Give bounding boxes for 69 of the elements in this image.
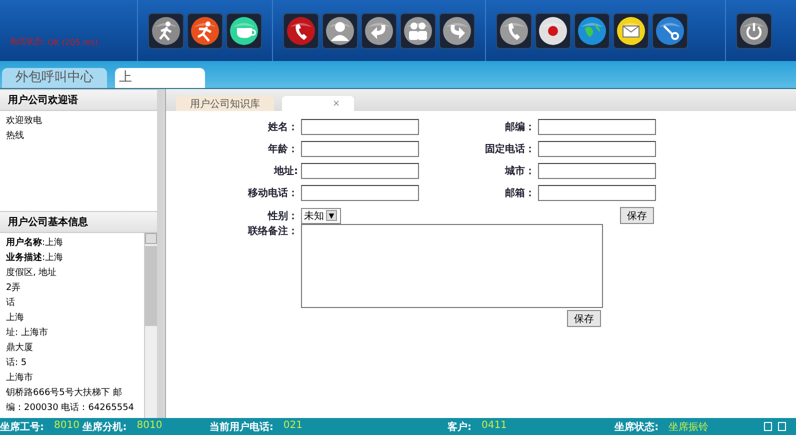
record-icon-button[interactable] bbox=[535, 12, 571, 48]
running-person-icon-button[interactable] bbox=[187, 12, 223, 48]
notes-field[interactable] bbox=[301, 224, 603, 308]
info-text: 2弄 bbox=[6, 282, 22, 295]
info-text: 鼎大厦 bbox=[6, 342, 34, 355]
input-field[interactable] bbox=[301, 163, 419, 179]
input-field[interactable] bbox=[538, 185, 656, 201]
tab[interactable]: 上 bbox=[115, 68, 205, 88]
status-label: 坐席工号: bbox=[0, 420, 44, 434]
field-label: 城市： bbox=[504, 164, 535, 178]
tab[interactable]: × bbox=[282, 96, 354, 111]
info-text: 热线 bbox=[6, 130, 25, 143]
close-icon[interactable]: × bbox=[332, 98, 340, 108]
walking-person-icon-button[interactable] bbox=[148, 12, 184, 48]
info-text: 用户名称:上海 bbox=[6, 236, 64, 250]
phone-icon-button[interactable] bbox=[283, 12, 319, 48]
tools-icon-button[interactable] bbox=[652, 12, 688, 48]
arrow-icon-button[interactable] bbox=[361, 12, 397, 48]
panel-title: 用户公司基本信息 bbox=[0, 211, 157, 233]
people-icon-button[interactable] bbox=[400, 12, 436, 48]
status-label: 坐席分机: bbox=[82, 420, 127, 434]
globe-icon-button[interactable] bbox=[574, 12, 610, 48]
info-text: 上海市 bbox=[6, 372, 34, 385]
field-label: 姓名： bbox=[266, 120, 298, 134]
save-button[interactable]: 保存 bbox=[567, 310, 601, 327]
info-text: 编：200030 电话：64265554 bbox=[6, 402, 136, 415]
input-field[interactable] bbox=[538, 163, 656, 179]
status-value: 8010 bbox=[54, 420, 80, 432]
input-field[interactable] bbox=[538, 141, 656, 157]
status-value: 021 bbox=[283, 420, 302, 432]
info-text: 址: 上海市 bbox=[6, 326, 49, 340]
power-icon-button[interactable] bbox=[736, 12, 772, 48]
save-button[interactable]: 保存 bbox=[620, 207, 654, 224]
field-label: 移动电话： bbox=[246, 186, 298, 200]
input-field[interactable] bbox=[301, 119, 419, 135]
scrollbar[interactable] bbox=[144, 233, 157, 418]
status-label: 坐席状态: bbox=[614, 420, 659, 434]
mail-icon-button[interactable] bbox=[613, 12, 649, 48]
info-text: 话 bbox=[6, 296, 16, 310]
field-label: 地址: bbox=[272, 164, 298, 178]
tab[interactable]: 外包呼叫中心 bbox=[2, 68, 107, 88]
field-label: 年龄： bbox=[266, 142, 298, 156]
phone-status-value: OK (205 ms) bbox=[48, 38, 98, 47]
phone-status-label: 电话状态: bbox=[10, 36, 45, 47]
info-text: 度假区, 地址 bbox=[6, 266, 58, 280]
input-field[interactable] bbox=[538, 119, 656, 135]
panel-title: 用户公司欢迎语 bbox=[0, 89, 157, 111]
tab[interactable]: 用户公司知识库 bbox=[176, 96, 274, 111]
field-label: 联络备注： bbox=[246, 224, 298, 238]
status-label: 当前用户电话: bbox=[209, 420, 274, 434]
info-text: 话: 5 bbox=[6, 356, 28, 370]
field-label: 邮箱： bbox=[504, 186, 535, 200]
input-field[interactable] bbox=[301, 141, 419, 157]
person-icon-button[interactable] bbox=[322, 12, 358, 48]
field-label: 性别： bbox=[266, 210, 298, 222]
arrow-icon-button[interactable] bbox=[439, 12, 475, 48]
info-text: 钥桥路666号5号大扶梯下 邮 bbox=[6, 386, 123, 400]
status-value: 坐席振铃 bbox=[668, 420, 709, 434]
info-text: 欢迎致电 bbox=[6, 114, 43, 128]
status-value: 0411 bbox=[481, 420, 507, 432]
cup-icon-button[interactable] bbox=[226, 12, 262, 48]
info-text: 业务描述:上海 bbox=[6, 251, 64, 265]
status-label: 客户: bbox=[447, 420, 472, 434]
phone-icon-button[interactable] bbox=[496, 12, 532, 48]
field-label: 邮编： bbox=[504, 120, 535, 134]
field-label: 固定电话： bbox=[484, 142, 535, 156]
info-text: 上海 bbox=[6, 312, 25, 325]
input-field[interactable] bbox=[301, 185, 419, 201]
status-value: 8010 bbox=[136, 420, 162, 432]
